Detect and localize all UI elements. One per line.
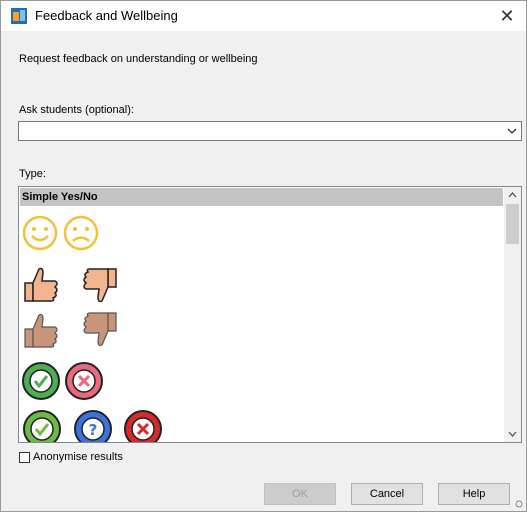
title-bar: Feedback and Wellbeing ✕ xyxy=(1,1,526,31)
type-label: Type: xyxy=(19,168,46,180)
thumbs-up-dark-icon xyxy=(24,313,58,348)
chevron-down-icon[interactable] xyxy=(505,124,519,138)
type-list[interactable]: Simple Yes/No ? xyxy=(18,186,522,443)
cross-circle-red-icon xyxy=(123,410,162,442)
type-option-smileys[interactable] xyxy=(21,214,100,252)
help-button[interactable]: Help xyxy=(438,483,510,505)
scroll-down-arrow-icon[interactable] xyxy=(504,425,521,442)
anonymise-option[interactable]: Anonymise results xyxy=(19,451,123,463)
thumbs-up-light-icon xyxy=(24,267,58,302)
thumbs-down-light-icon xyxy=(83,268,118,303)
scrollbar-thumb[interactable] xyxy=(506,204,519,244)
window-title: Feedback and Wellbeing xyxy=(35,8,178,23)
resize-grip-icon[interactable] xyxy=(514,499,524,509)
type-option-thumbs-light[interactable] xyxy=(21,265,120,305)
anonymise-label[interactable]: Anonymise results xyxy=(33,451,123,463)
svg-text:?: ? xyxy=(89,421,98,439)
thumbs-down-dark-icon xyxy=(83,312,117,347)
check-circle-icon xyxy=(23,410,61,442)
type-group-header[interactable]: Simple Yes/No xyxy=(20,188,503,206)
ok-button[interactable]: OK xyxy=(264,483,336,505)
intro-text: Request feedback on understanding or wel… xyxy=(19,53,258,65)
ask-students-label: Ask students (optional): xyxy=(19,104,134,116)
anonymise-checkbox[interactable] xyxy=(19,451,30,463)
app-icon xyxy=(11,8,27,24)
cross-circle-pink-icon xyxy=(65,362,104,400)
type-list-scrollbar[interactable] xyxy=(504,187,521,442)
type-option-check-cross[interactable] xyxy=(21,361,104,401)
question-circle-icon: ? xyxy=(74,410,113,442)
check-circle-icon xyxy=(22,362,60,400)
smiley-happy-icon xyxy=(22,215,58,251)
cancel-button[interactable]: Cancel xyxy=(351,483,423,505)
type-option-thumbs-dark[interactable] xyxy=(21,309,120,351)
close-icon[interactable]: ✕ xyxy=(496,4,518,28)
feedback-dialog: Feedback and Wellbeing ✕ Request feedbac… xyxy=(0,0,527,512)
type-option-check-question-cross[interactable]: ? xyxy=(21,408,166,442)
scroll-up-arrow-icon[interactable] xyxy=(504,187,521,204)
smiley-sad-icon xyxy=(64,215,99,251)
ask-students-combobox[interactable] xyxy=(18,121,522,141)
